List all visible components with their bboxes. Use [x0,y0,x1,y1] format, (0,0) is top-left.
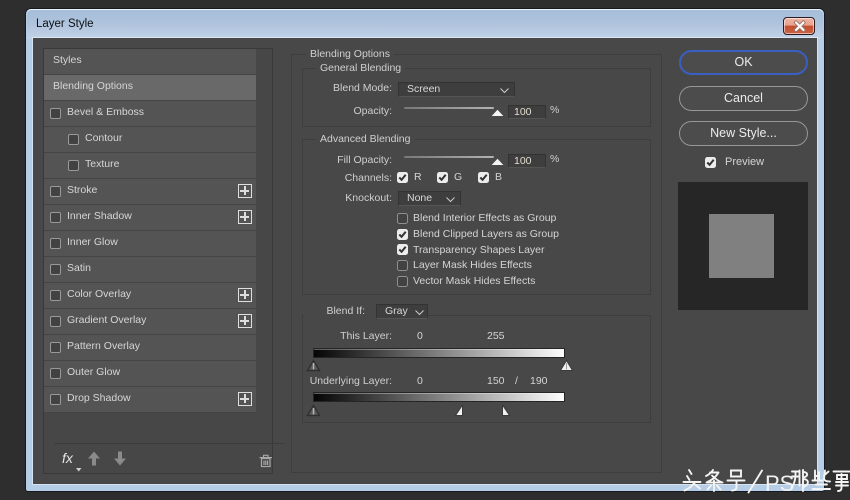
svg-text:fx: fx [62,450,74,466]
svg-text:PS: PS [765,471,794,496]
